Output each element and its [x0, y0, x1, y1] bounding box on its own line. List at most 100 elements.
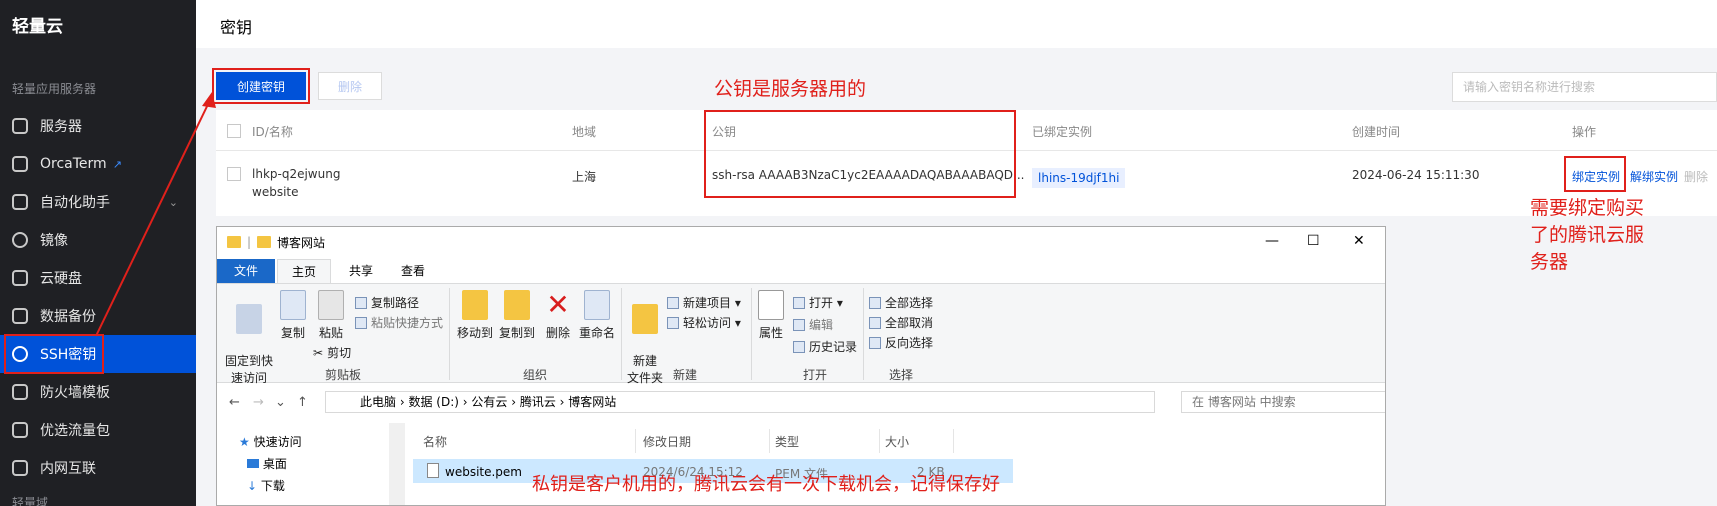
created-time: 2024-06-24 15:11:30: [1352, 168, 1480, 182]
delete-link[interactable]: 删除: [1684, 168, 1708, 185]
up-arrow-icon[interactable]: ↑: [297, 395, 308, 410]
nav-desktop[interactable]: 桌面: [247, 455, 287, 472]
copy-to-button[interactable]: 复制到: [497, 290, 537, 341]
sidebar-item-traffic[interactable]: 优选流量包: [0, 411, 196, 449]
new-item-label: 新建项目: [683, 296, 732, 310]
file-explorer-window: | 博客网站 — ☐ ✕ 文件 主页 共享 查看 固定到快 速访问 复制 粘贴 …: [216, 226, 1386, 506]
new-item-button[interactable]: 新建项目 ▾: [667, 294, 741, 311]
back-arrow-icon[interactable]: ←: [229, 395, 240, 410]
close-button[interactable]: ✕: [1353, 233, 1365, 249]
copy-button[interactable]: 复制: [275, 290, 311, 341]
divider: [449, 288, 450, 380]
disk-icon: [12, 270, 28, 286]
annotation-bind-line-3: 务器: [1530, 251, 1569, 273]
star-icon: ★: [239, 435, 250, 449]
edit-button[interactable]: 编辑: [793, 316, 833, 333]
divider: [879, 429, 880, 453]
maximize-button[interactable]: ☐: [1307, 233, 1320, 249]
divider: [953, 429, 954, 453]
sidebar-item-label: 防火墙模板: [40, 385, 110, 401]
sidebar: 轻量云 轻量应用服务器 服务器 OrcaTerm ↗ 自动化助手 ⌄ 镜像 云硬…: [0, 0, 196, 506]
column-header-name[interactable]: 名称: [423, 433, 447, 450]
properties-button[interactable]: 属性: [755, 290, 787, 341]
paste-shortcut-button[interactable]: 粘贴快捷方式: [355, 314, 443, 331]
nav-label: 快速访问: [253, 435, 302, 449]
tab-home[interactable]: 主页: [277, 259, 332, 283]
open-button[interactable]: 打开 ▾: [793, 294, 843, 311]
select-none-icon: [869, 317, 881, 329]
breadcrumb-item[interactable]: 此电脑: [360, 395, 396, 409]
history-label: 历史记录: [809, 340, 858, 354]
column-header-size[interactable]: 大小: [885, 433, 909, 450]
nav-downloads[interactable]: ↓ 下载: [247, 477, 285, 494]
key-name: website: [252, 185, 299, 199]
copy-path-icon: [355, 297, 367, 309]
column-header-type[interactable]: 类型: [775, 433, 799, 450]
breadcrumb-item[interactable]: 腾讯云: [520, 395, 556, 409]
cut-label: 剪切: [327, 346, 352, 360]
box-icon: [12, 118, 28, 134]
sidebar-item-firewall[interactable]: 防火墙模板: [0, 373, 196, 411]
breadcrumb-item[interactable]: 数据 (D:): [408, 395, 458, 409]
select-all-label: 全部选择: [885, 296, 934, 310]
invert-selection-icon: [869, 337, 881, 349]
delete-button[interactable]: 删除: [318, 72, 382, 100]
new-folder-button[interactable]: 新建 文件夹: [625, 290, 665, 386]
terminal-icon: [12, 156, 28, 172]
disc-icon: [12, 232, 28, 248]
scrollbar[interactable]: [389, 423, 405, 505]
column-header-modified[interactable]: 修改日期: [643, 433, 691, 450]
select-all-button[interactable]: 全部选择: [869, 294, 933, 311]
sidebar-item-servers[interactable]: 服务器: [0, 107, 196, 145]
sidebar-item-orcaterm[interactable]: OrcaTerm ↗: [0, 145, 196, 183]
highlight-create-button: [212, 68, 310, 104]
folder-search-input[interactable]: 在 博客网站 中搜索: [1181, 391, 1385, 413]
chevron-down-icon: ⌄: [168, 195, 178, 209]
tab-share[interactable]: 共享: [335, 259, 387, 283]
easy-access-button[interactable]: 轻松访问 ▾: [667, 314, 741, 331]
search-input[interactable]: 请输入密钥名称进行搜索: [1452, 72, 1717, 102]
cut-button[interactable]: ✂ 剪切: [313, 344, 351, 361]
highlight-public-key: [704, 110, 1016, 198]
properties-label: 属性: [758, 326, 783, 340]
copy-path-button[interactable]: 复制路径: [355, 294, 419, 311]
sidebar-item-intranet[interactable]: 内网互联: [0, 449, 196, 487]
nav-quick-access[interactable]: ★ 快速访问: [239, 433, 302, 450]
paste-shortcut-label: 粘贴快捷方式: [371, 316, 444, 330]
column-header-region: 地域: [572, 125, 597, 139]
history-icon: [793, 341, 805, 353]
paste-button[interactable]: 粘贴: [313, 290, 349, 341]
copy-path-label: 复制路径: [371, 296, 420, 310]
forward-arrow-icon[interactable]: →: [253, 395, 264, 410]
pin-label: 固定到快 速访问: [224, 354, 273, 385]
rename-icon: [584, 290, 610, 320]
pin-quick-access-button[interactable]: 固定到快 速访问: [223, 290, 275, 386]
breadcrumb-item[interactable]: 博客网站: [568, 395, 616, 409]
move-to-button[interactable]: 移动到: [455, 290, 495, 341]
unbind-instance-link[interactable]: 解绑实例: [1630, 168, 1678, 185]
group-open: 打开: [803, 368, 828, 382]
rename-button[interactable]: 重命名: [577, 290, 617, 341]
group-select: 选择: [889, 368, 914, 382]
delete-file-button[interactable]: ✕ 删除: [543, 290, 573, 341]
bound-instance-tag[interactable]: lhins-19djf1hi: [1032, 168, 1126, 188]
tab-view[interactable]: 查看: [387, 259, 439, 283]
dropdown-icon[interactable]: ⌄: [275, 395, 286, 410]
address-bar[interactable]: 此电脑 › 数据 (D:) › 公有云 › 腾讯云 › 博客网站: [325, 391, 1155, 413]
tab-file[interactable]: 文件: [217, 259, 275, 283]
sidebar-item-images[interactable]: 镜像: [0, 221, 196, 259]
group-organize: 组织: [523, 368, 548, 382]
sidebar-item-cloud-disk[interactable]: 云硬盘: [0, 259, 196, 297]
history-button[interactable]: 历史记录: [793, 338, 857, 355]
row-checkbox[interactable]: [227, 167, 241, 181]
invert-selection-button[interactable]: 反向选择: [869, 334, 933, 351]
annotation-private-key: 私钥是客户机用的，腾讯云会有一次下载机会，记得保存好: [532, 474, 1000, 495]
sidebar-item-automation[interactable]: 自动化助手 ⌄: [0, 183, 196, 221]
breadcrumb-item[interactable]: 公有云: [471, 395, 507, 409]
select-none-button[interactable]: 全部取消: [869, 314, 933, 331]
file-name[interactable]: website.pem: [445, 465, 522, 479]
sidebar-item-backup[interactable]: 数据备份: [0, 297, 196, 335]
open-label: 打开: [809, 296, 834, 310]
minimize-button[interactable]: —: [1265, 233, 1279, 249]
select-all-checkbox[interactable]: [227, 124, 241, 138]
